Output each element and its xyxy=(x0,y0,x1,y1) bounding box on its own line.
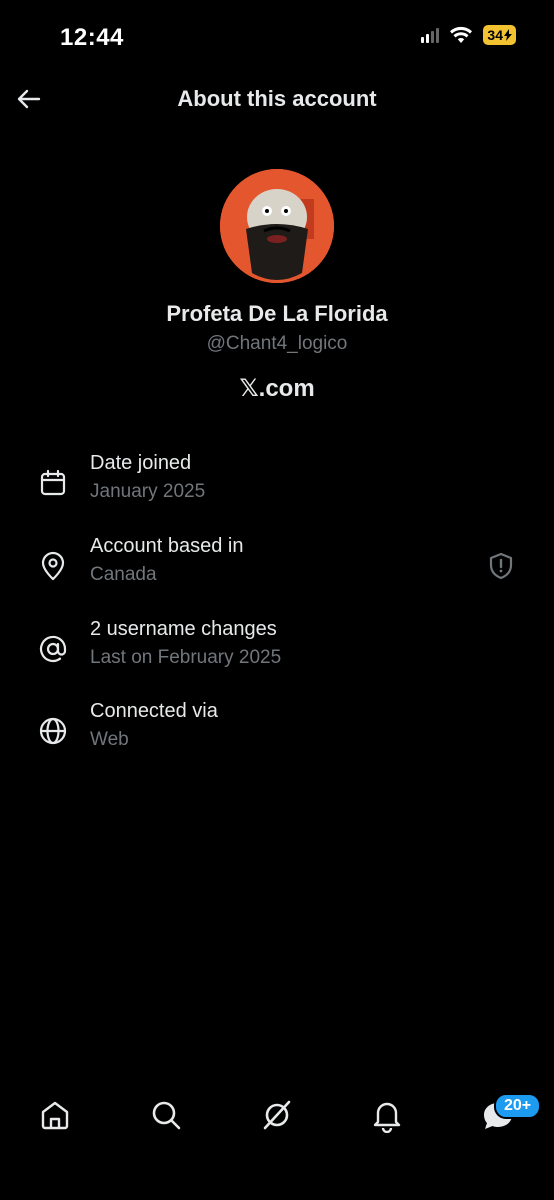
status-icons: 34 xyxy=(421,25,516,45)
display-name: Profeta De La Florida xyxy=(166,301,388,326)
info-row-connected-via: Connected via Web xyxy=(0,700,554,766)
globe-icon xyxy=(39,717,67,745)
info-value: Canada xyxy=(90,564,157,585)
wifi-icon xyxy=(450,26,473,43)
calendar-icon xyxy=(40,469,66,496)
status-bar: 12:44 34 xyxy=(0,0,554,72)
handle: @Chant4_logico xyxy=(206,333,348,354)
grok-icon xyxy=(263,1100,291,1130)
search-icon xyxy=(152,1101,181,1130)
shield-icon xyxy=(489,552,513,580)
info-value: Last on February 2025 xyxy=(90,647,282,668)
info-title: Date joined xyxy=(90,452,192,474)
info-title: Account based in xyxy=(90,535,244,557)
info-value: January 2025 xyxy=(90,481,206,502)
at-sign-icon xyxy=(39,635,67,663)
header: About this account xyxy=(0,72,554,128)
shield-button[interactable] xyxy=(486,551,516,581)
info-row-username-changes: 2 username changes Last on February 2025 xyxy=(0,618,554,684)
info-row-date-joined: Date joined January 2025 xyxy=(0,452,554,518)
info-title: 2 username changes xyxy=(90,618,277,640)
avatar xyxy=(220,169,334,283)
battery-level: 34 xyxy=(487,27,503,43)
site-label: 𝕏.com xyxy=(239,375,315,402)
status-time: 12:44 xyxy=(60,24,124,51)
info-row-account-based-in: Account based in Canada xyxy=(0,535,554,601)
bottom-nav: 20+ xyxy=(0,1085,554,1145)
nav-search[interactable] xyxy=(148,1097,184,1133)
nav-home[interactable] xyxy=(37,1097,73,1133)
home-icon xyxy=(41,1101,69,1130)
cellular-signal-icon xyxy=(421,27,440,43)
nav-grok[interactable] xyxy=(259,1097,295,1133)
info-title: Connected via xyxy=(90,700,218,722)
notifications-icon xyxy=(373,1102,401,1133)
info-value: Web xyxy=(90,729,129,750)
messages-badge: 20+ xyxy=(494,1093,542,1119)
battery-indicator: 34 xyxy=(483,25,516,45)
location-pin-icon xyxy=(41,551,65,581)
page-title: About this account xyxy=(177,86,377,111)
charging-bolt-icon xyxy=(504,29,512,41)
nav-notifications[interactable] xyxy=(369,1097,405,1133)
